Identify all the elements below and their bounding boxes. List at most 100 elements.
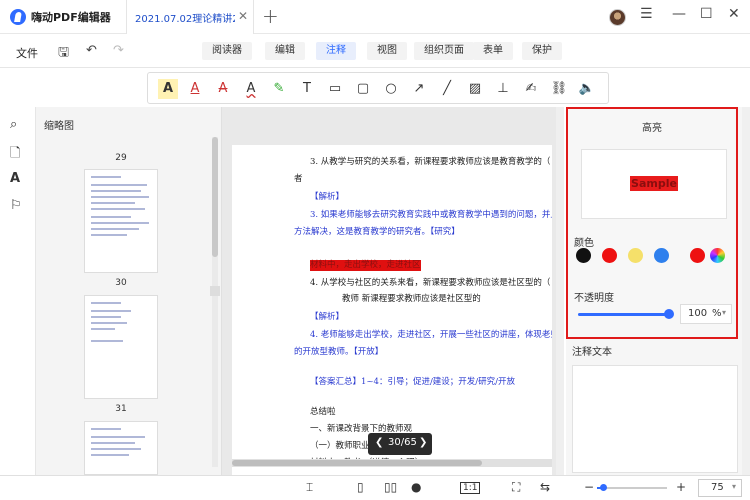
document-tab[interactable]: 2021.07.02理论精讲2-... ✕ bbox=[126, 0, 254, 34]
thumbnail-panel: 缩略图 29 30 31 bbox=[36, 107, 222, 475]
tab-form[interactable]: 表单 bbox=[473, 42, 513, 60]
app-title: 嗨动PDF编辑器 bbox=[31, 11, 111, 24]
color-swatch-yellow[interactable] bbox=[628, 248, 643, 263]
page-navigator: ❮ 30/65 ❯ bbox=[368, 433, 432, 455]
document-area: 3. 从教学与研究的关系看，新课程要求教师应该是教育教学的（ 者 【解析】 3.… bbox=[222, 107, 564, 475]
new-tab-button[interactable]: + bbox=[262, 4, 279, 28]
page-indicator[interactable]: 30/65 bbox=[388, 437, 417, 448]
save-icon[interactable]: 🖫 bbox=[58, 43, 69, 65]
actual-size-icon[interactable]: 1:1 bbox=[460, 482, 481, 494]
chevron-down-icon: ▾ bbox=[732, 482, 737, 491]
search-icon[interactable]: ⌕ bbox=[10, 117, 17, 132]
opacity-label: 不透明度 bbox=[574, 293, 614, 304]
thumbnail-page-number: 30 bbox=[115, 278, 127, 288]
thumbnail-page-31[interactable] bbox=[84, 295, 158, 399]
document-tab-label: 2021.07.02理论精讲2-... bbox=[135, 14, 235, 25]
thumbnail-scrollbar-thumb[interactable] bbox=[212, 137, 218, 257]
preview-sample-text: Sample bbox=[630, 176, 678, 191]
panel-splitter-handle[interactable] bbox=[210, 286, 220, 296]
prev-page-icon[interactable]: ❮ bbox=[375, 437, 383, 448]
arrow-tool-icon[interactable]: ↗ bbox=[409, 79, 429, 99]
status-bar: ⌶ ▯ ▯▯ ● 1:1 ⛶ ⇆ − + 75 ▾ bbox=[0, 475, 750, 500]
properties-panel: 高亮 Sample 颜色 不透明度 100 % ▾ 注释文本 bbox=[566, 107, 750, 475]
color-swatch-black[interactable] bbox=[576, 248, 591, 263]
stamp-tool-icon[interactable]: ⊥ bbox=[493, 79, 513, 99]
note-text-label: 注释文本 bbox=[572, 347, 612, 358]
annotations-list-icon[interactable]: A bbox=[10, 171, 20, 186]
menu-bar: 文件 🖫 ↶ ↷ 阅读器 编辑 注释 视图 组织页面 表单 保护 bbox=[0, 34, 750, 68]
color-swatch-blue[interactable] bbox=[654, 248, 669, 263]
avatar[interactable] bbox=[609, 9, 626, 26]
doc-line: 总结啦 bbox=[310, 407, 336, 417]
doc-line: 【解析】 bbox=[310, 312, 345, 322]
opacity-slider[interactable] bbox=[578, 313, 670, 316]
circle-tool-icon[interactable]: ○ bbox=[381, 79, 401, 99]
text-tool-icon[interactable]: T bbox=[297, 79, 317, 99]
underline-tool-icon[interactable]: A bbox=[185, 79, 205, 99]
zoom-slider-handle[interactable] bbox=[600, 484, 607, 491]
maximize-button[interactable]: ☐ bbox=[700, 6, 713, 22]
document-horizontal-scrollbar[interactable] bbox=[232, 459, 552, 467]
tab-edit[interactable]: 编辑 bbox=[265, 42, 305, 60]
play-icon[interactable]: ● bbox=[411, 480, 421, 494]
thumbnail-scrollbar[interactable] bbox=[212, 137, 218, 467]
tab-reader[interactable]: 阅读器 bbox=[202, 42, 252, 60]
highlight-tool-icon[interactable]: A bbox=[158, 79, 178, 99]
next-page-icon[interactable]: ❯ bbox=[419, 437, 427, 448]
squiggly-tool-icon[interactable]: A bbox=[241, 79, 261, 99]
fit-width-icon[interactable]: ⌶ bbox=[306, 480, 313, 495]
document-page[interactable]: 3. 从教学与研究的关系看，新课程要求教师应该是教育教学的（ 者 【解析】 3.… bbox=[232, 145, 552, 475]
line-tool-icon[interactable]: ╱ bbox=[437, 79, 457, 99]
zoom-slider[interactable] bbox=[597, 487, 667, 489]
single-page-icon[interactable]: ▯ bbox=[357, 480, 364, 494]
properties-scrollbar[interactable] bbox=[742, 107, 750, 475]
strikethrough-tool-icon[interactable]: A bbox=[213, 79, 233, 99]
opacity-slider-handle[interactable] bbox=[664, 309, 674, 319]
thumbnail-page-30[interactable] bbox=[84, 169, 158, 273]
doc-line: 方法解决，这是教育教学的研究者。【研究】 bbox=[294, 227, 460, 237]
bookmark-icon[interactable]: ⚐ bbox=[10, 198, 22, 213]
doc-line: 3. 如果老师能够去研究教育实践中或教育教学中遇到的问题，并且用 bbox=[310, 210, 552, 220]
color-swatch-red[interactable] bbox=[602, 248, 617, 263]
file-menu[interactable]: 文件 bbox=[16, 45, 38, 61]
tab-annotate[interactable]: 注释 bbox=[316, 42, 356, 60]
properties-title: 高亮 bbox=[642, 123, 662, 134]
redo-icon[interactable]: ↷ bbox=[113, 43, 124, 58]
link-tool-icon[interactable]: ⛓ bbox=[549, 79, 569, 99]
signature-tool-icon[interactable]: ✍ bbox=[521, 79, 541, 99]
doc-line: 的开放型教师。【开放】 bbox=[294, 347, 384, 357]
color-swatch-selected-red[interactable] bbox=[690, 248, 705, 263]
doc-line: 3. 从教学与研究的关系看，新课程要求教师应该是教育教学的（ bbox=[310, 157, 551, 167]
document-vertical-scrollbar[interactable] bbox=[556, 107, 564, 475]
rectangle-tool-icon[interactable]: ▢ bbox=[353, 79, 373, 99]
note-tool-icon[interactable]: ▭ bbox=[325, 79, 345, 99]
opacity-select[interactable]: 100 % ▾ bbox=[680, 304, 732, 324]
thumbnails-icon[interactable]: 🗋 bbox=[10, 144, 20, 166]
fit-page-icon[interactable]: ⛶ bbox=[512, 480, 520, 495]
zoom-out-button[interactable]: − bbox=[584, 480, 594, 494]
note-text-input[interactable] bbox=[572, 365, 738, 473]
zoom-in-button[interactable]: + bbox=[676, 480, 686, 494]
two-page-icon[interactable]: ▯▯ bbox=[384, 480, 397, 494]
menu-icon[interactable]: ☰ bbox=[640, 6, 653, 22]
document-horizontal-scrollbar-thumb[interactable] bbox=[232, 460, 482, 466]
rotate-icon[interactable]: ⇆ bbox=[540, 480, 550, 494]
style-preview: Sample bbox=[581, 149, 727, 219]
tab-organize-pages[interactable]: 组织页面 bbox=[414, 42, 474, 60]
audio-tool-icon[interactable]: 🔈 bbox=[577, 79, 597, 99]
close-window-button[interactable]: ✕ bbox=[728, 6, 740, 22]
thumbnail-page-32[interactable] bbox=[84, 421, 158, 475]
tab-view[interactable]: 视图 bbox=[367, 42, 407, 60]
custom-color-picker-icon[interactable] bbox=[710, 248, 725, 263]
highlighted-text[interactable]: 材料中，走出学校，走进社区 bbox=[310, 260, 421, 271]
close-tab-icon[interactable]: ✕ bbox=[238, 9, 248, 23]
title-bar: 嗨动PDF编辑器 2021.07.02理论精讲2-... ✕ + ☰ — ☐ ✕ bbox=[0, 0, 750, 34]
undo-icon[interactable]: ↶ bbox=[86, 43, 97, 58]
zoom-select[interactable]: 75 ▾ bbox=[698, 479, 742, 497]
doc-line: 4. 从学校与社区的关系来看，新课程要求教师应该是社区型的（ bbox=[310, 278, 551, 288]
doc-line: 4. 老师能够走出学校，走进社区，开展一些社区的讲座，体现老师是 bbox=[310, 330, 552, 340]
pen-tool-icon[interactable]: ✎ bbox=[269, 79, 289, 99]
tab-protect[interactable]: 保护 bbox=[522, 42, 562, 60]
minimize-button[interactable]: — bbox=[672, 6, 686, 22]
image-tool-icon[interactable]: ▨ bbox=[465, 79, 485, 99]
